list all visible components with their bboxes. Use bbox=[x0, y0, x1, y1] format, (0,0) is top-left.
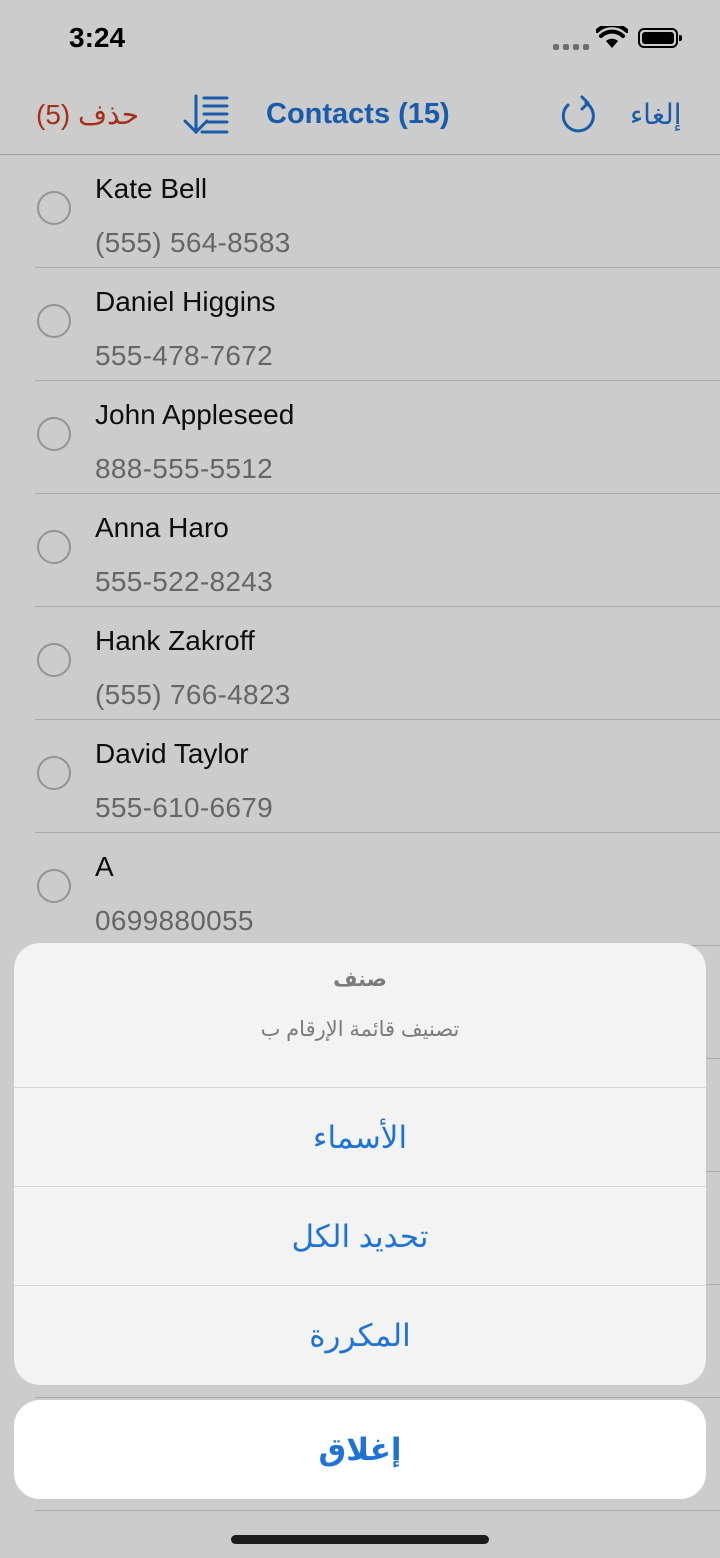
action-sheet-title: صنف bbox=[333, 968, 387, 991]
duplicates-button[interactable]: المكررة bbox=[14, 1285, 706, 1385]
sort-by-names-button[interactable]: الأسماء bbox=[14, 1087, 706, 1187]
action-sheet-message: تصنيف قائمة الإرقام ب bbox=[260, 1018, 460, 1041]
action-sheet-header: صنف تصنيف قائمة الإرقام ب bbox=[14, 943, 706, 1087]
action-sheet: صنف تصنيف قائمة الإرقام ب الأسماء تحديد … bbox=[14, 943, 706, 1385]
close-button[interactable]: إغلاق bbox=[14, 1400, 706, 1499]
home-indicator[interactable] bbox=[231, 1535, 489, 1544]
select-all-button[interactable]: تحديد الكل bbox=[14, 1186, 706, 1286]
